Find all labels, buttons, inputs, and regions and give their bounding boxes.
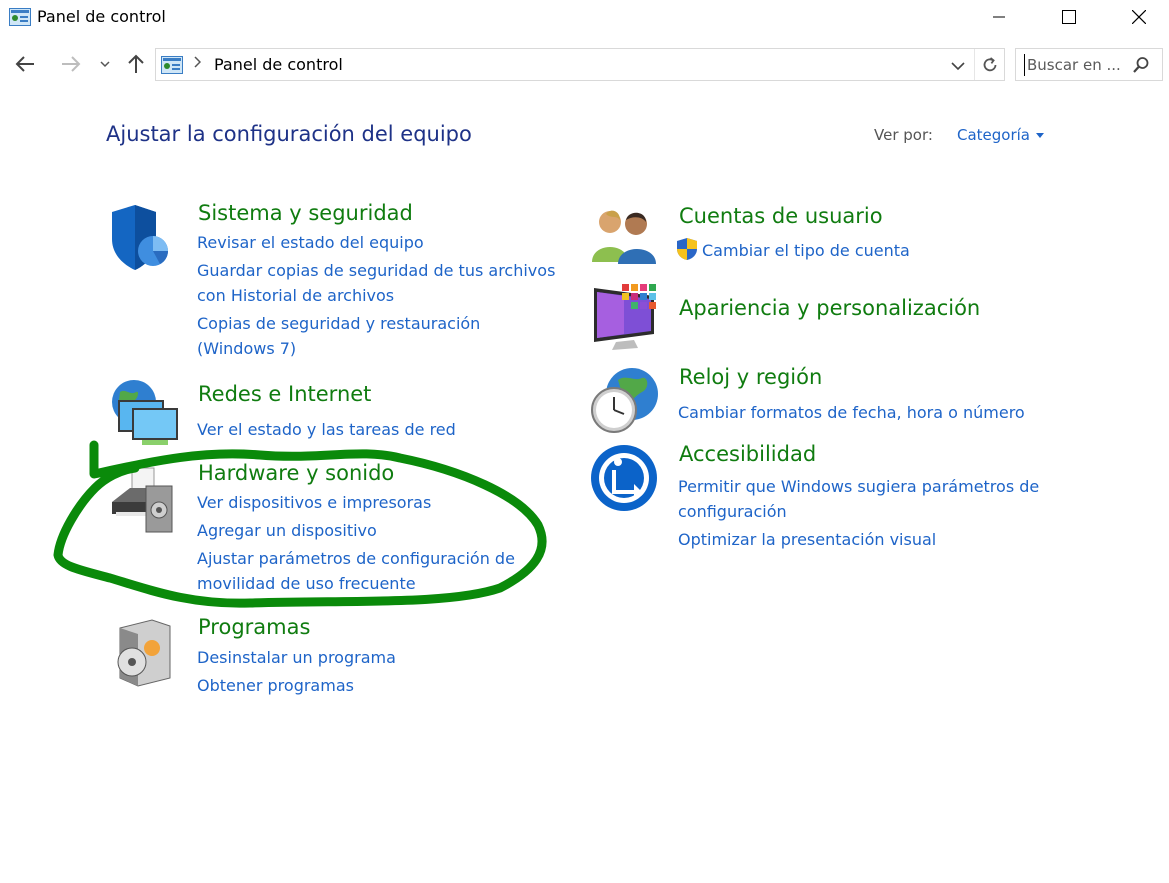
category-title[interactable]: Cuentas de usuario [679, 204, 883, 228]
chevron-down-icon [100, 61, 110, 68]
address-history-button[interactable] [948, 57, 968, 75]
category-hardware-sonido: Hardware y sonido Ver dispositivos e imp… [108, 461, 528, 596]
caret-down-icon [1036, 132, 1045, 138]
recent-locations-button[interactable] [96, 50, 114, 78]
accessibility-icon[interactable] [590, 444, 660, 514]
category-title[interactable]: Redes e Internet [198, 382, 371, 406]
link-cambiar-tipo-cuenta[interactable]: Cambiar el tipo de cuenta [702, 238, 910, 263]
category-reloj-region: Reloj y región Cambiar formatos de fecha… [590, 365, 1030, 436]
forward-button[interactable] [56, 50, 86, 78]
page-title: Ajustar la configuración del equipo [106, 122, 472, 146]
category-cuentas-usuario: Cuentas de usuario Cambiar el tipo de cu… [590, 204, 1010, 276]
back-button[interactable] [10, 50, 40, 78]
category-sistema-seguridad: Sistema y seguridad Revisar el estado de… [108, 201, 568, 373]
link-guardar-copias[interactable]: Guardar copias de seguridad de tus archi… [197, 258, 555, 283]
view-by-dropdown[interactable]: Categoría [957, 126, 1045, 144]
arrow-right-icon [62, 56, 81, 72]
link-copias-restauracion[interactable]: Copias de seguridad y restauración [197, 311, 480, 336]
category-title[interactable]: Hardware y sonido [198, 461, 394, 485]
category-apariencia: Apariencia y personalización [590, 282, 1010, 352]
link-revisar-estado[interactable]: Revisar el estado del equipo [197, 230, 424, 255]
control-panel-icon [161, 56, 183, 78]
clock-globe-icon[interactable] [590, 366, 660, 436]
link-dispositivos-impresoras[interactable]: Ver dispositivos e impresoras [197, 490, 431, 515]
link-desinstalar[interactable]: Desinstalar un programa [197, 645, 396, 670]
network-globe-icon[interactable] [108, 378, 178, 448]
view-by-value[interactable]: Categoría [957, 126, 1030, 144]
minimize-button[interactable] [964, 0, 1034, 34]
maximize-button[interactable] [1034, 0, 1104, 34]
category-title[interactable]: Sistema y seguridad [198, 201, 413, 225]
up-button[interactable] [122, 50, 150, 78]
uac-shield-icon [676, 237, 698, 265]
link-obtener-programas[interactable]: Obtener programas [197, 673, 354, 698]
appearance-monitor-icon[interactable] [590, 282, 660, 352]
link-movilidad-cont[interactable]: movilidad de uso frecuente [197, 571, 416, 596]
programs-box-icon[interactable] [108, 618, 178, 688]
title-bar: Panel de control [0, 0, 1169, 36]
link-copias-restauracion-cont[interactable]: (Windows 7) [197, 336, 296, 361]
printer-icon[interactable] [108, 464, 178, 534]
shield-icon[interactable] [108, 203, 178, 273]
breadcrumb[interactable]: Panel de control [214, 55, 343, 74]
control-panel-icon [9, 8, 31, 30]
arrow-up-icon [128, 54, 144, 73]
category-title[interactable]: Accesibilidad [679, 442, 816, 466]
link-movilidad[interactable]: Ajustar parámetros de configuración de [197, 546, 515, 571]
category-accesibilidad: Accesibilidad Permitir que Windows sugie… [590, 442, 1050, 554]
category-redes-internet: Redes e Internet Ver el estado y las tar… [108, 378, 528, 448]
link-formatos-fecha[interactable]: Cambiar formatos de fecha, hora o número [678, 400, 1025, 425]
search-input[interactable] [1024, 54, 1124, 76]
users-icon[interactable] [590, 206, 660, 276]
category-title[interactable]: Reloj y región [679, 365, 822, 389]
chevron-down-icon [951, 61, 965, 70]
category-title[interactable]: Programas [198, 615, 310, 639]
link-windows-sugiera-cont[interactable]: configuración [678, 499, 787, 524]
arrow-left-icon [15, 56, 34, 72]
link-estado-red[interactable]: Ver el estado y las tareas de red [197, 417, 456, 442]
link-agregar-dispositivo[interactable]: Agregar un dispositivo [197, 518, 377, 543]
navigation-bar: Panel de control [0, 44, 1169, 84]
close-button[interactable] [1104, 0, 1169, 34]
search-icon[interactable] [1132, 56, 1150, 78]
refresh-icon [983, 56, 997, 71]
chevron-right-icon[interactable] [193, 56, 202, 72]
address-bar[interactable]: Panel de control [155, 48, 1005, 81]
refresh-button[interactable] [974, 49, 1005, 80]
link-presentacion-visual[interactable]: Optimizar la presentación visual [678, 527, 936, 552]
category-programas: Programas Desinstalar un programa Obtene… [108, 615, 528, 698]
view-by-label: Ver por: [874, 126, 933, 144]
category-title[interactable]: Apariencia y personalización [679, 296, 980, 320]
search-box[interactable] [1015, 48, 1163, 81]
link-windows-sugiera[interactable]: Permitir que Windows sugiera parámetros … [678, 474, 1039, 499]
window-title: Panel de control [37, 7, 166, 26]
link-guardar-copias-cont[interactable]: con Historial de archivos [197, 283, 394, 308]
